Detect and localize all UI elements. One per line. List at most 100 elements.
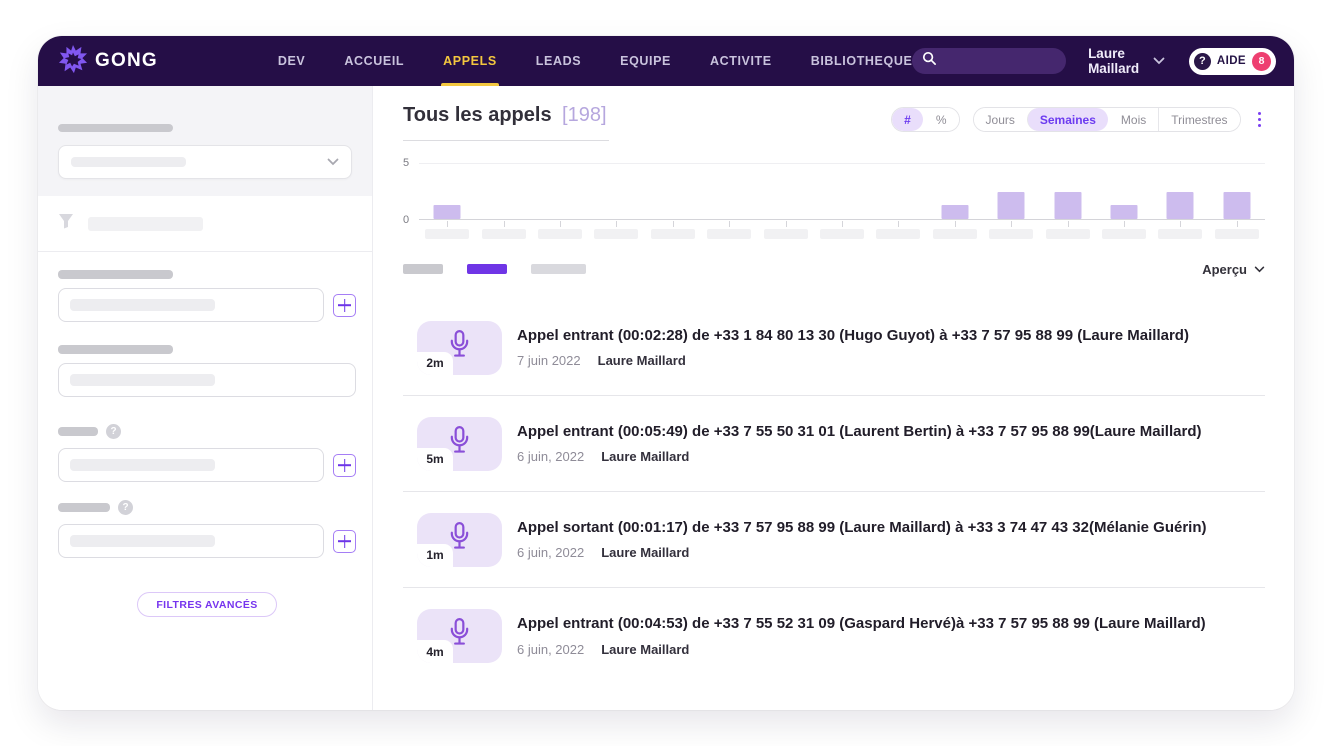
call-list-item[interactable]: 1m Appel sortant (00:01:17) de +33 7 57 … (403, 492, 1265, 588)
main-content: Tous les appels [198] #% JoursSemainesMo… (373, 86, 1294, 710)
skeleton-label (58, 503, 110, 512)
skeleton-chip[interactable] (531, 264, 586, 274)
skeleton-x-label (820, 229, 864, 239)
x-axis-tick (447, 221, 448, 227)
chart-slot (927, 164, 983, 219)
help-label: AIDE (1217, 55, 1246, 67)
chart-slot (475, 164, 531, 219)
global-search[interactable] (912, 48, 1066, 74)
nav-item[interactable]: APPELS (443, 36, 497, 86)
chart-y-axis: 5 0 (403, 163, 419, 220)
overview-dropdown[interactable]: Aperçu (1202, 260, 1265, 278)
chart-bar[interactable] (1054, 192, 1081, 219)
filters-sidebar: ? ? FILTR (38, 86, 373, 710)
call-recording-thumbnail[interactable]: 4m (417, 609, 502, 663)
call-date: 7 juin 2022 (517, 353, 581, 368)
call-recording-thumbnail[interactable]: 1m (417, 513, 502, 567)
skeleton-x-label (1158, 229, 1202, 239)
chart-bar[interactable] (998, 192, 1025, 219)
x-axis-tick (1124, 221, 1125, 227)
add-filter-button[interactable] (333, 530, 356, 553)
advanced-filters-button[interactable]: FILTRES AVANCÉS (137, 592, 276, 617)
chart-bar[interactable] (941, 205, 968, 219)
skeleton-chip-selected[interactable] (467, 264, 507, 274)
skeleton-x-label (1215, 229, 1259, 239)
period-toggle-option[interactable]: Trimestres (1158, 108, 1239, 131)
x-axis-tick (1180, 221, 1181, 227)
nav-item[interactable]: ACCUEIL (344, 36, 404, 86)
call-owner[interactable]: Laure Maillard (601, 449, 689, 464)
skeleton-x-label (764, 229, 808, 239)
skeleton-x-label (651, 229, 695, 239)
skeleton-input-value (70, 459, 215, 471)
chart-slot (983, 164, 1039, 219)
x-axis-tick (504, 221, 505, 227)
period-toggle-option[interactable]: Mois (1108, 108, 1158, 131)
page-title-block: Tous les appels [198] (403, 104, 609, 141)
unit-toggle-option[interactable]: % (923, 108, 959, 131)
filter-group-4: ? (58, 500, 356, 558)
filter-input-2[interactable] (58, 363, 356, 397)
nav-item[interactable]: DEV (278, 36, 306, 86)
skeleton-input-value (70, 535, 215, 547)
filter-input-4[interactable] (58, 524, 324, 558)
call-recording-thumbnail[interactable]: 5m (417, 417, 502, 471)
chevron-down-icon (1254, 260, 1265, 278)
x-axis-tick (842, 221, 843, 227)
add-filter-button[interactable] (333, 454, 356, 477)
filter-group-3: ? (58, 424, 356, 482)
skeleton-chip[interactable] (403, 264, 443, 274)
help-tooltip-icon[interactable]: ? (106, 424, 121, 439)
filter-input-3[interactable] (58, 448, 324, 482)
call-owner[interactable]: Laure Maillard (601, 642, 689, 657)
skeleton-label (58, 124, 173, 132)
help-tooltip-icon[interactable]: ? (118, 500, 133, 515)
call-owner[interactable]: Laure Maillard (598, 353, 686, 368)
search-input[interactable] (944, 54, 1056, 69)
chart-plot-area (419, 163, 1265, 220)
chevron-down-icon (1153, 52, 1165, 70)
skeleton-x-label (1046, 229, 1090, 239)
chart-bar[interactable] (434, 205, 461, 219)
chart-slot (1209, 164, 1265, 219)
user-menu[interactable]: Laure Maillard (1088, 46, 1165, 76)
search-icon (922, 51, 937, 71)
more-options-menu[interactable] (1254, 108, 1266, 132)
nav-item[interactable]: LEADS (536, 36, 581, 86)
skeleton-label (58, 345, 173, 354)
nav-item[interactable]: EQUIPE (620, 36, 671, 86)
skeleton-x-label (538, 229, 582, 239)
call-owner[interactable]: Laure Maillard (601, 545, 689, 560)
help-button[interactable]: ? AIDE 8 (1189, 48, 1276, 75)
skeleton-select-value (71, 157, 186, 167)
top-navigation-bar: GONG DEV ACCUEIL APPELS LEADS EQUIPE ACT… (38, 36, 1294, 86)
filter-input-1[interactable] (58, 288, 324, 322)
call-date: 6 juin, 2022 (517, 449, 584, 464)
period-toggle-option[interactable]: Semaines (1027, 108, 1108, 131)
unit-toggle-option[interactable]: # (892, 108, 923, 131)
add-filter-button[interactable] (333, 294, 356, 317)
skeleton-label (58, 270, 173, 279)
chart-bar[interactable] (1167, 192, 1194, 219)
skeleton-input-value (70, 299, 215, 311)
chart-bar[interactable] (1223, 192, 1250, 219)
app-window: GONG DEV ACCUEIL APPELS LEADS EQUIPE ACT… (38, 36, 1294, 710)
filter-group-1 (58, 270, 356, 322)
skeleton-x-label (876, 229, 920, 239)
call-list-item[interactable]: 2m Appel entrant (00:02:28) de +33 1 84 … (403, 300, 1265, 396)
call-list-item[interactable]: 5m Appel entrant (00:05:49) de +33 7 55 … (403, 396, 1265, 492)
brand-name: GONG (95, 50, 158, 72)
call-list: 2m Appel entrant (00:02:28) de +33 1 84 … (403, 300, 1265, 684)
nav-item[interactable]: BIBLIOTHEQUE (811, 36, 913, 86)
nav-item[interactable]: ACTIVITE (710, 36, 772, 86)
x-axis-tick (616, 221, 617, 227)
chart-slot (645, 164, 701, 219)
saved-view-select[interactable] (58, 145, 352, 179)
period-toggle-option[interactable]: Jours (974, 108, 1027, 131)
chart-bar[interactable] (1111, 205, 1138, 219)
call-recording-thumbnail[interactable]: 2m (417, 321, 502, 375)
call-list-item[interactable]: 4m Appel entrant (00:04:53) de +33 7 55 … (403, 588, 1265, 684)
gong-logo[interactable]: GONG (58, 44, 158, 79)
call-duration-badge: 5m (417, 448, 453, 471)
skeleton-label (58, 427, 98, 436)
